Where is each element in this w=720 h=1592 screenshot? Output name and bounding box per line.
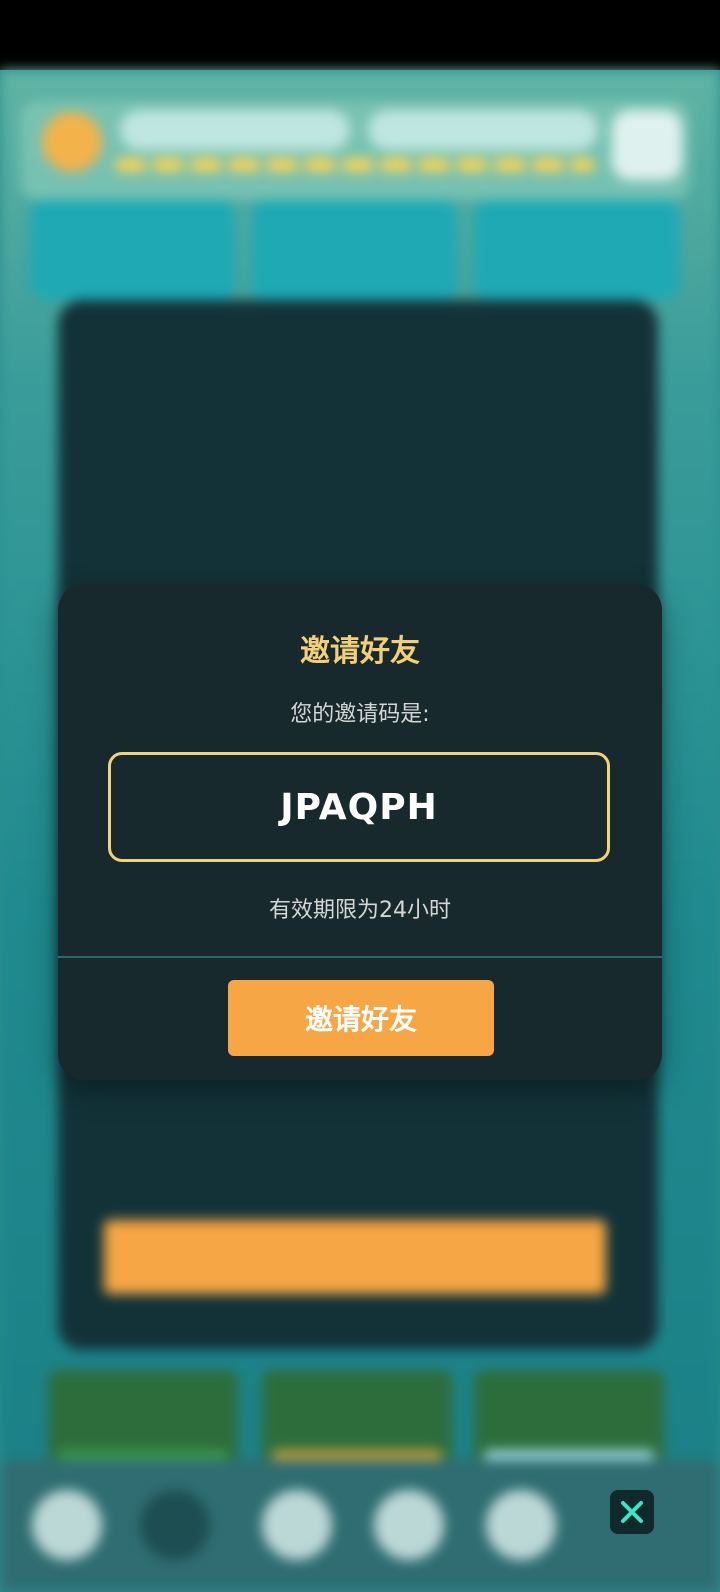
nav-icon [32,1490,102,1560]
dialog-title: 邀请好友 [300,634,420,669]
close-button[interactable] [610,1490,654,1534]
experience-bar [115,158,595,172]
quest-card [252,200,457,300]
invite-dialog: 邀请好友 您的邀请码是: JPAQPH 有效期限为24小时 邀请好友 [58,584,662,1080]
quest-card [474,200,679,300]
invite-friend-button[interactable]: 邀请好友 [228,980,494,1056]
close-icon [621,1501,643,1523]
settings-icon [612,110,682,180]
quest-card [30,200,235,300]
gem-resource-pill [368,110,598,150]
divider [58,956,662,958]
status-bar [0,0,720,70]
validity-text: 有效期限为24小时 [269,898,451,923]
invite-code: JPAQPH [280,786,438,828]
background-invite-button [104,1220,606,1294]
nav-icon [374,1490,444,1560]
water-resource-pill [120,110,350,150]
invite-code-label: 您的邀请码是: [290,702,430,727]
nav-icon [140,1490,210,1560]
nav-icon [486,1490,556,1560]
nav-icon [262,1490,332,1560]
player-level-badge [42,112,102,172]
invite-code-box[interactable]: JPAQPH [108,752,610,862]
